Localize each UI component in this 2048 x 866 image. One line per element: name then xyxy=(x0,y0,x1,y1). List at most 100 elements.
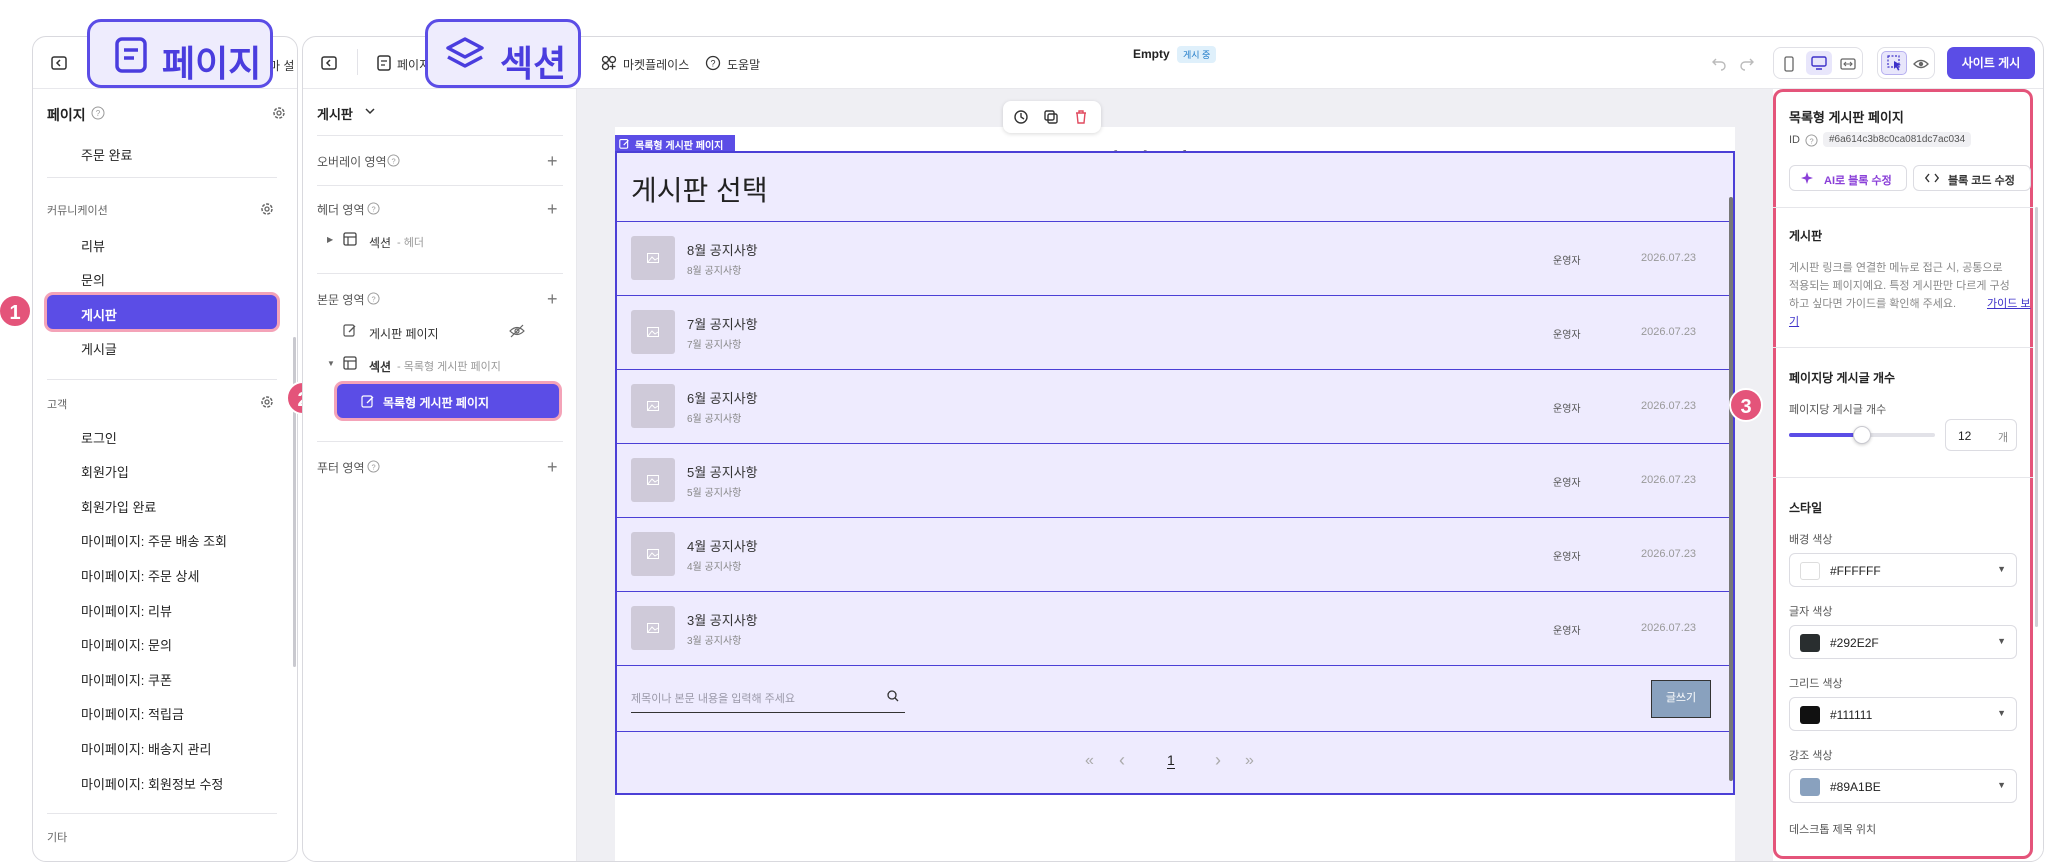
chevron-down-icon[interactable] xyxy=(365,107,375,115)
group-gear-icon[interactable] xyxy=(259,201,275,217)
board-page-item[interactable]: 게시판 페이지 xyxy=(369,325,439,342)
preview-eye-icon[interactable] xyxy=(1913,56,1929,72)
page-item[interactable]: 마이페이지: 주문 배송 조회 xyxy=(81,531,227,550)
page-item[interactable]: 마이페이지: 배송지 관리 xyxy=(81,739,211,758)
help-icon[interactable]: ? xyxy=(367,292,380,305)
block-tag[interactable]: 목록형 게시판 페이지 xyxy=(615,135,735,152)
post-author: 운영자 xyxy=(1553,626,1581,637)
help-icon[interactable]: ? xyxy=(91,106,105,120)
help-icon[interactable]: ? xyxy=(705,55,721,71)
page-item[interactable]: 회원가입 xyxy=(81,462,129,481)
page-item-order-complete[interactable]: 주문 완료 xyxy=(81,145,132,164)
delete-trash-icon[interactable] xyxy=(1073,109,1089,125)
table-row[interactable]: 8월 공지사항 8월 공지사항 운영자 2026.07.23 xyxy=(617,221,1733,295)
body-section-item[interactable]: 섹션 xyxy=(369,358,391,375)
duplicate-icon[interactable] xyxy=(1043,109,1059,125)
properties-scrollbar[interactable] xyxy=(2035,207,2038,627)
first-page-button[interactable]: « xyxy=(1085,752,1094,770)
step-badge-1: 1 xyxy=(0,294,32,328)
publish-site-button[interactable]: 사이트 게시 xyxy=(1947,47,2035,79)
page-item[interactable]: 로그인 xyxy=(81,428,117,447)
caret-down-icon[interactable]: ▼ xyxy=(327,359,335,368)
post-title[interactable]: 6월 공지사항 xyxy=(687,388,758,407)
prev-page-button[interactable]: ‹ xyxy=(1119,750,1125,771)
callout-page: 페이지 xyxy=(87,19,273,88)
header-section-item[interactable]: 섹션 xyxy=(369,234,391,251)
collapse-panel-icon[interactable] xyxy=(51,55,67,71)
post-title[interactable]: 8월 공지사항 xyxy=(687,240,758,259)
desktop-view-button[interactable] xyxy=(1806,51,1832,75)
section-panel: 게시판 오버레이 영역 ? + 헤더 영역 ? + ▶ 섹션 - 헤더 본문 영… xyxy=(303,89,577,861)
table-row[interactable]: 4월 공지사항 4월 공지사항 운영자 2026.07.23 xyxy=(617,517,1733,591)
group-label-customer: 고객 xyxy=(47,399,68,411)
page-tab-icon[interactable] xyxy=(377,55,391,71)
group-gear-icon[interactable] xyxy=(259,394,275,410)
post-title[interactable]: 5월 공지사항 xyxy=(687,462,758,481)
color-swatch xyxy=(1800,706,1820,724)
page-item-review[interactable]: 리뷰 xyxy=(81,236,105,255)
marketplace-link[interactable]: 마켓플레이스 xyxy=(623,56,689,73)
add-body-button[interactable]: + xyxy=(547,290,558,308)
caret-right-icon[interactable]: ▶ xyxy=(327,235,333,244)
select-mode-button[interactable] xyxy=(1881,51,1907,75)
marketplace-icon[interactable] xyxy=(601,55,617,71)
page-dropdown[interactable]: 게시판 xyxy=(317,104,353,123)
post-title[interactable]: 4월 공지사항 xyxy=(687,536,758,555)
replace-block-icon[interactable] xyxy=(1013,109,1029,125)
selected-block-item[interactable]: 목록형 게시판 페이지 xyxy=(337,384,559,418)
table-row[interactable]: 7월 공지사항 7월 공지사항 운영자 2026.07.23 xyxy=(617,295,1733,369)
page-item[interactable]: 마이페이지: 회원정보 수정 xyxy=(81,774,223,793)
grid-color-select[interactable]: #111111 ▼ xyxy=(1789,697,2017,731)
page-item[interactable]: 회원가입 완료 xyxy=(81,497,156,516)
desktop-title-position-label: 데스크톱 제목 위치 xyxy=(1789,824,1877,836)
slider-thumb[interactable] xyxy=(1853,426,1871,444)
help-icon[interactable]: ? xyxy=(1805,134,1818,147)
table-row[interactable]: 5월 공지사항 5월 공지사항 운영자 2026.07.23 xyxy=(617,443,1733,517)
footer-area-label: 푸터 영역 xyxy=(317,461,365,475)
guide-link[interactable]: 가이드 보 xyxy=(1987,295,2031,311)
page-item[interactable]: 마이페이지: 주문 상세 xyxy=(81,566,199,585)
per-page-input[interactable]: 12 개 xyxy=(1945,419,2017,451)
guide-link-wrap[interactable]: 기 xyxy=(1789,313,1799,329)
add-header-button[interactable]: + xyxy=(547,200,558,218)
eye-off-icon[interactable] xyxy=(509,324,525,338)
page-item[interactable]: 마이페이지: 문의 xyxy=(81,635,172,654)
write-post-button[interactable]: 글쓰기 xyxy=(1651,680,1711,718)
text-color-select[interactable]: #292E2F ▼ xyxy=(1789,625,2017,659)
bg-color-select[interactable]: #FFFFFF ▼ xyxy=(1789,553,2017,587)
table-row[interactable]: 3월 공지사항 3월 공지사항 운영자 2026.07.23 xyxy=(617,591,1733,665)
search-input[interactable]: 제목이나 본문 내용을 입력해 주세요 xyxy=(631,690,795,706)
add-overlay-button[interactable]: + xyxy=(547,152,558,170)
responsive-view-icon[interactable] xyxy=(1840,56,1856,72)
undo-icon[interactable] xyxy=(1711,55,1727,71)
mobile-view-icon[interactable] xyxy=(1782,56,1796,72)
help-icon[interactable]: ? xyxy=(367,460,380,473)
preview-scrollbar[interactable] xyxy=(1729,197,1733,781)
current-page[interactable]: 1 xyxy=(1167,752,1175,769)
section-layout-icon xyxy=(343,356,357,370)
block-id[interactable]: #6a614c3b8c0ca081dc7ac034 xyxy=(1823,132,1972,147)
help-icon[interactable]: ? xyxy=(387,154,400,167)
page-item-board-selected[interactable]: 게시판 xyxy=(47,295,277,329)
help-icon[interactable]: ? xyxy=(367,202,380,215)
table-row[interactable]: 6월 공지사항 6월 공지사항 운영자 2026.07.23 xyxy=(617,369,1733,443)
post-thumbnail xyxy=(631,532,675,576)
add-footer-button[interactable]: + xyxy=(547,458,558,476)
accent-color-select[interactable]: #89A1BE ▼ xyxy=(1789,769,2017,803)
page-item-post[interactable]: 게시글 xyxy=(81,339,117,358)
last-page-button[interactable]: » xyxy=(1245,752,1254,770)
page-item[interactable]: 마이페이지: 쿠폰 xyxy=(81,670,172,689)
page-item[interactable]: 마이페이지: 적립금 xyxy=(81,704,184,723)
collapse-panel-icon[interactable] xyxy=(321,55,337,71)
post-title[interactable]: 7월 공지사항 xyxy=(687,314,758,333)
page-item-inquiry[interactable]: 문의 xyxy=(81,270,105,289)
help-link[interactable]: 도움말 xyxy=(727,56,760,73)
post-title[interactable]: 3월 공지사항 xyxy=(687,610,758,629)
page-settings-gear-icon[interactable] xyxy=(271,105,287,121)
redo-icon[interactable] xyxy=(1739,55,1755,71)
board-list-block[interactable]: 게시판 선택 8월 공지사항 8월 공지사항 운영자 2026.07.23 7월… xyxy=(615,151,1735,795)
per-page-slider[interactable] xyxy=(1789,426,1935,444)
next-page-button[interactable]: › xyxy=(1215,750,1221,771)
search-icon[interactable] xyxy=(887,690,899,702)
page-item[interactable]: 마이페이지: 리뷰 xyxy=(81,601,172,620)
